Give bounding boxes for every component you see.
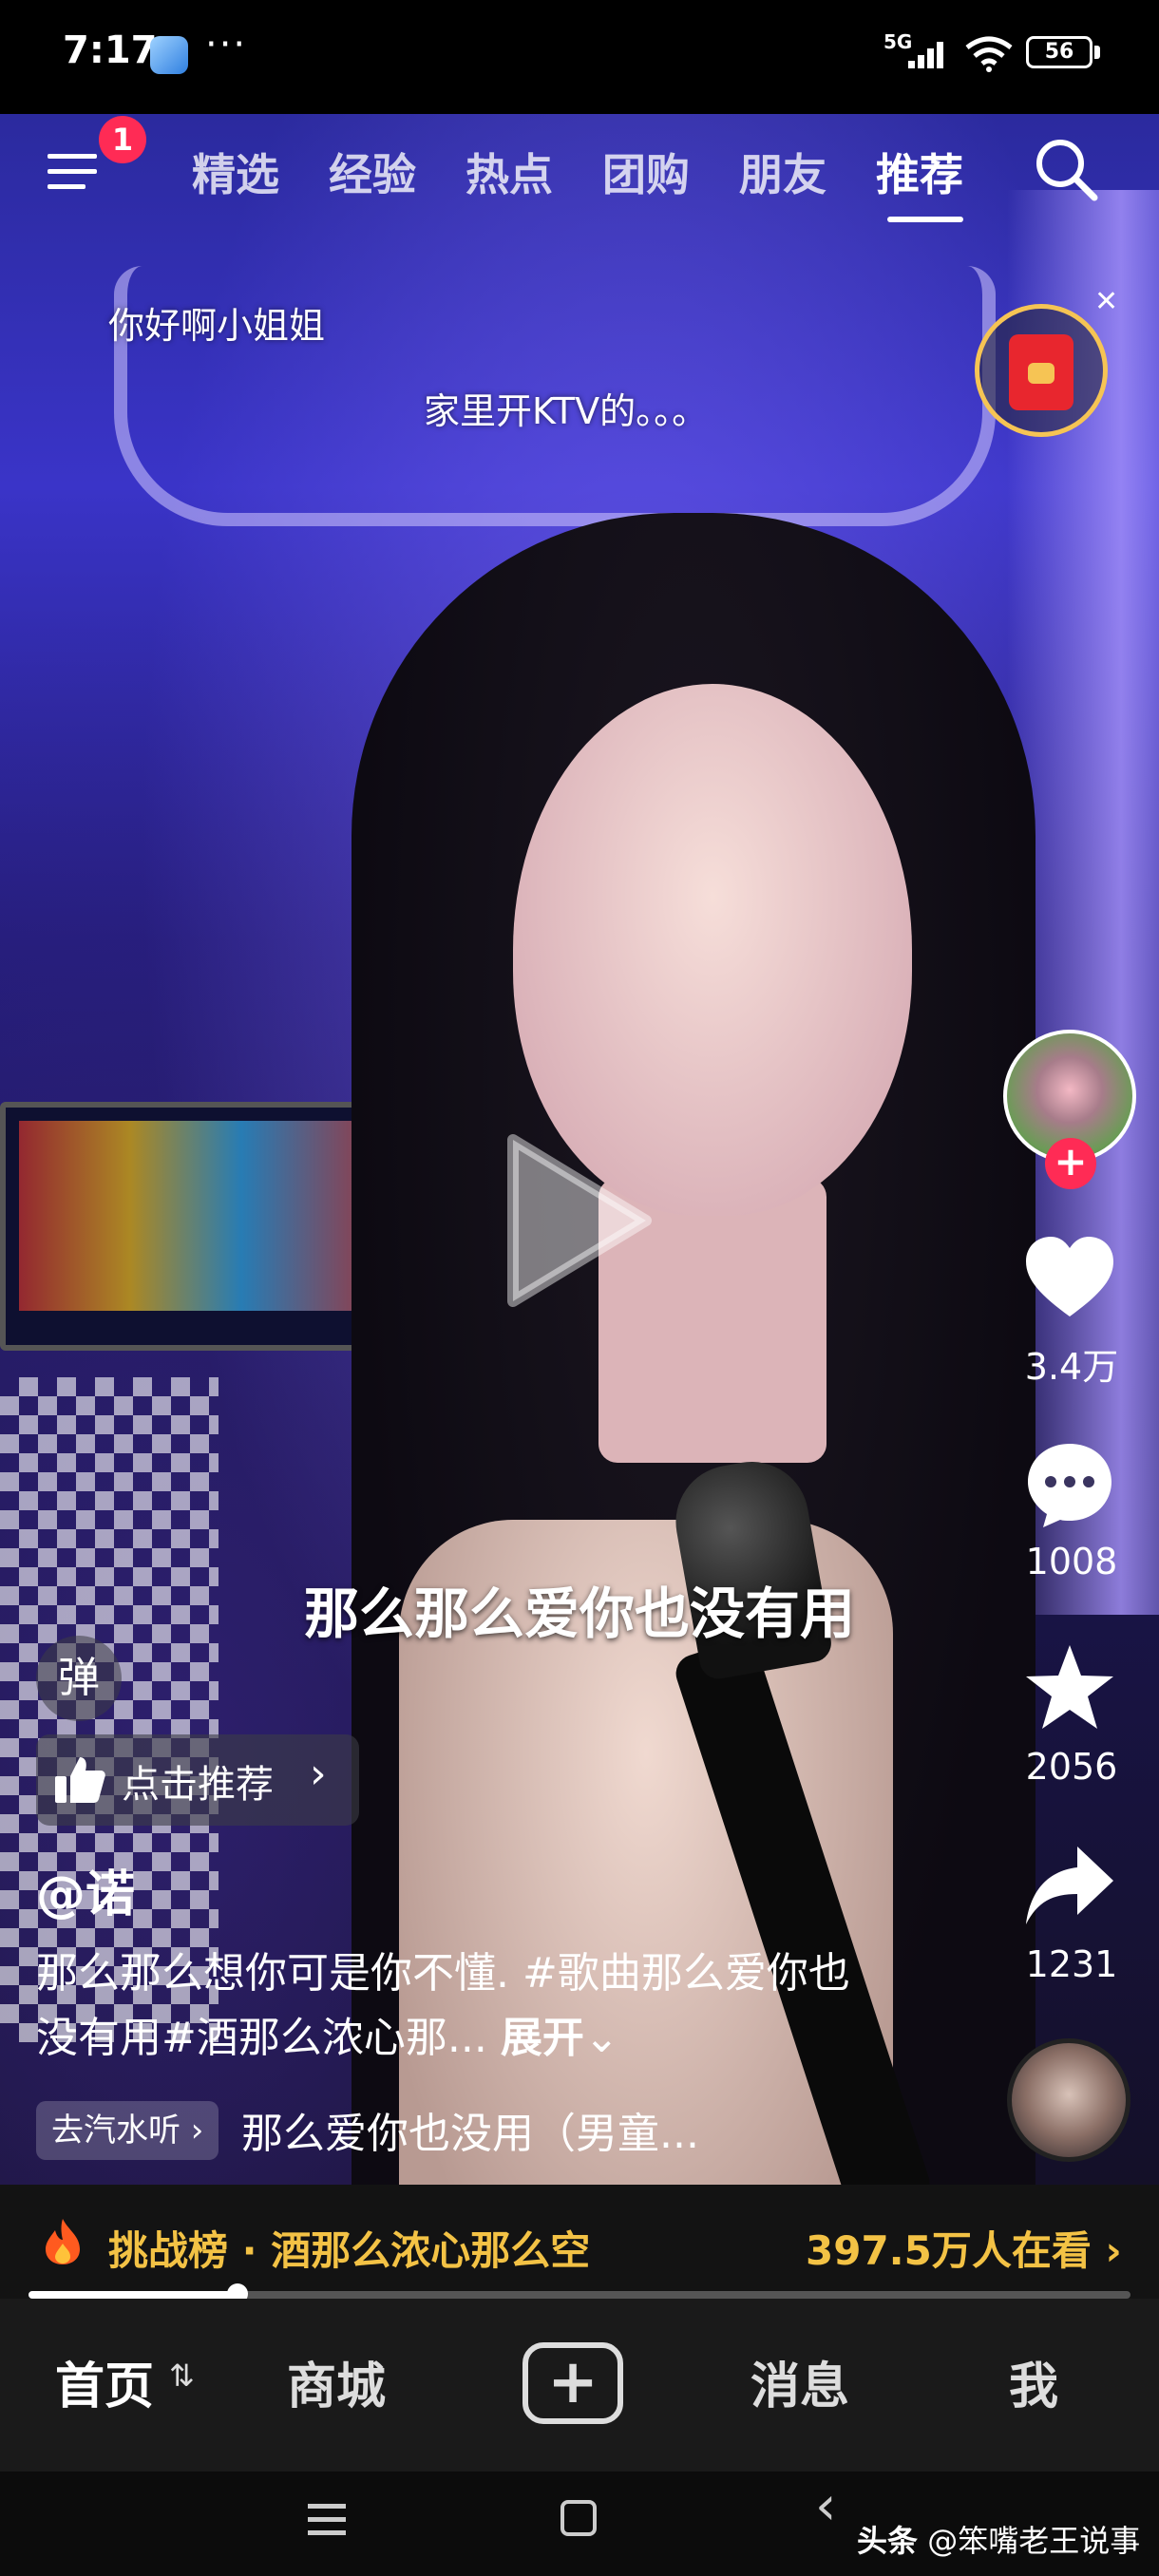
create-post-button[interactable]: + — [522, 2342, 623, 2424]
lyrics-caption: 那么那么爱你也没有用 — [303, 1582, 855, 1646]
recommend-label: 点击推荐 — [122, 1763, 274, 1807]
thumbs-up-icon — [55, 1757, 105, 1803]
menu-icon[interactable] — [46, 144, 99, 198]
favorite-star-icon[interactable] — [1022, 1641, 1117, 1736]
watching-count[interactable]: 397.5万人在看 › — [806, 2219, 1122, 2277]
play-icon[interactable] — [504, 1130, 656, 1311]
danmu-comment: 你好啊小姐姐 — [108, 305, 326, 347]
search-icon[interactable] — [1032, 135, 1100, 203]
recent-apps-icon[interactable] — [306, 2491, 348, 2548]
home-icon[interactable] — [560, 2500, 597, 2536]
back-icon[interactable]: ‹ — [815, 2475, 836, 2537]
wifi-icon — [965, 36, 1013, 72]
app-notification-icon — [150, 36, 188, 74]
description-text: 那么那么想你可是你不懂. #歌曲那么爱你也没有用#酒那么浓心那... — [36, 1949, 850, 2062]
like-icon[interactable] — [1022, 1231, 1117, 1326]
fire-icon — [46, 2219, 80, 2264]
share-icon[interactable] — [1022, 1839, 1117, 1934]
chevron-right-icon: › — [310, 1750, 327, 1798]
danmu-toggle-button[interactable]: 弹 — [36, 1636, 122, 1721]
video-description[interactable]: 那么那么想你可是你不懂. #歌曲那么爱你也没有用#酒那么浓心那... 展开⌄ — [36, 1941, 853, 2071]
tab-trending[interactable]: 热点 — [466, 141, 553, 203]
signal-icon — [908, 42, 943, 68]
challenge-title[interactable]: 挑战榜 · 酒那么浓心那么空 — [108, 2219, 590, 2277]
music-title[interactable]: 那么爱你也没用（男童... — [241, 2099, 699, 2160]
source-watermark: 头条 @笨嘴老王说事 — [857, 2523, 1141, 2559]
nav-me[interactable]: 我 — [1009, 2346, 1058, 2417]
music-disc-icon[interactable] — [1007, 2038, 1130, 2162]
nav-mall[interactable]: 商城 — [287, 2346, 386, 2417]
tab-recommend[interactable]: 推荐 — [876, 141, 963, 203]
author-name[interactable]: @诺 — [36, 1854, 135, 1925]
chevron-down-icon: ⌄ — [583, 2014, 619, 2062]
ktv-screen-content — [19, 1121, 390, 1311]
close-icon[interactable]: ✕ — [1094, 285, 1118, 318]
battery-tip — [1094, 46, 1100, 59]
video-progress-fill — [28, 2291, 238, 2299]
tab-friends[interactable]: 朋友 — [739, 141, 826, 203]
tab-experience[interactable]: 经验 — [329, 141, 416, 203]
open-in-music-app-button[interactable]: 去汽水听 › — [36, 2101, 219, 2160]
status-time: 7:17 — [63, 28, 158, 72]
danmu-comment: 家里开KTV的。。。 — [424, 390, 709, 432]
expand-button[interactable]: 展开 — [501, 2014, 584, 2062]
notification-badge: 1 — [99, 116, 146, 163]
tab-selected[interactable]: 精选 — [192, 141, 279, 203]
battery-indicator: 56 — [1026, 36, 1092, 68]
active-tab-indicator — [887, 217, 963, 222]
refresh-arrows-icon: ⇅ — [169, 2358, 195, 2394]
tab-group-buy[interactable]: 团购 — [602, 141, 690, 203]
nav-messages[interactable]: 消息 — [750, 2346, 849, 2417]
red-packet-seal — [1028, 363, 1054, 384]
comment-icon[interactable] — [1022, 1436, 1117, 1531]
nav-home[interactable]: 首页 — [55, 2346, 154, 2417]
follow-button[interactable]: + — [1045, 1138, 1096, 1189]
more-notifications-icon: ··· — [205, 23, 248, 66]
